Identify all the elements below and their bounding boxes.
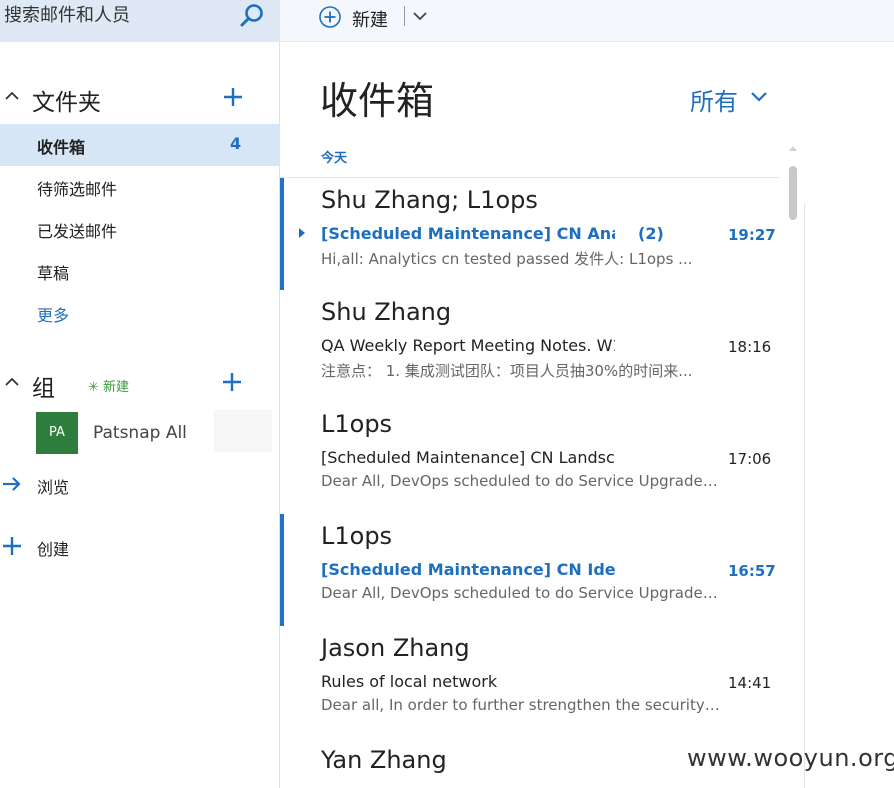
group-new-label: 新建 [103,380,130,395]
search-input[interactable] [4,4,234,26]
group-item[interactable]: PA Patsnap All [0,410,272,456]
message-time: 14:41 [728,674,772,692]
plus-icon [3,537,21,555]
new-message-label: 新建 [352,10,388,31]
create-group-link[interactable]: 创建 [0,532,200,562]
filter-label: 所有 [690,88,738,116]
watermark: www.wooyun.org [687,744,894,772]
folder-sent[interactable]: 已发送邮件 [0,208,279,250]
page-title: 收件箱 [320,79,435,123]
folder-label: 已发送邮件 [37,222,118,241]
sparkle-icon: ✳ [88,380,99,395]
message-subject: QA Weekly Report Meeting Notes. W14 [321,336,615,355]
unread-indicator [280,514,284,626]
folder-label: 收件箱 [37,138,86,157]
expand-thread-icon[interactable] [298,227,306,239]
folder-label: 待筛选邮件 [37,180,118,199]
add-folder-icon[interactable] [222,86,244,108]
message-subject: Rules of local network [321,672,498,691]
chevron-down-icon [751,92,767,102]
message-preview: 注意点： 1. 集成测试团队：项目人员抽30%的时间来... [321,362,693,380]
message-preview: Dear All, DevOps scheduled to do Service… [321,584,721,602]
folder-inbox[interactable]: 收件箱 4 [0,124,279,166]
divider [804,203,805,788]
message-preview: Hi,all: Analytics cn tested passed 发件人: … [321,250,693,268]
search-bar [0,0,280,42]
date-group-header: 今天 [321,151,348,166]
message-item[interactable]: L1ops [Scheduled Maintenance] CN Landsca… [280,402,780,514]
collapse-folders-chevron-icon[interactable] [4,88,20,104]
message-time: 19:27 [728,226,776,244]
create-label: 创建 [37,540,70,559]
message-sender: Yan Zhang [321,746,447,774]
more-label: 更多 [37,306,70,325]
message-item[interactable]: Shu Zhang QA Weekly Report Meeting Notes… [280,290,780,402]
browse-groups-link[interactable]: 浏览 [0,470,200,500]
folders-more-link[interactable]: 更多 [0,292,279,334]
avatar: PA [36,412,78,454]
message-item[interactable]: Jason Zhang Rules of local network 14:41… [280,626,780,738]
divider [404,6,405,26]
thread-count: (2) [638,224,664,243]
group-row-hover [214,410,272,452]
add-circle-icon [319,6,341,28]
message-time: 18:16 [728,338,772,356]
filter-dropdown[interactable]: 所有 [690,82,767,116]
message-sender: Shu Zhang; L1ops [321,186,538,214]
message-time: 17:06 [728,450,772,468]
folder-clutter[interactable]: 待筛选邮件 [0,166,279,208]
scrollbar-thumb[interactable] [789,166,797,220]
message-subject: [Scheduled Maintenance] CN Analytics [321,224,615,243]
message-subject: [Scheduled Maintenance] CN Identity Serv… [321,560,615,579]
message-time: 16:57 [728,562,776,580]
message-list-scrollbar[interactable] [786,146,800,788]
message-sender: Shu Zhang [321,298,452,326]
group-name: Patsnap All [93,423,187,443]
groups-header: 组 [0,366,280,402]
arrow-right-icon [3,477,21,491]
unread-count-badge: 4 [230,134,242,153]
unread-indicator [280,178,284,290]
groups-title: 组 [32,376,55,402]
message-item[interactable]: L1ops [Scheduled Maintenance] CN Identit… [280,514,780,626]
group-new-link[interactable]: ✳ 新建 [88,376,129,395]
folder-label: 草稿 [37,264,70,283]
message-item[interactable]: Shu Zhang; L1ops [Scheduled Maintenance]… [280,178,780,290]
message-sender: Jason Zhang [321,634,470,662]
message-preview: Dear All, DevOps scheduled to do Service… [321,472,721,490]
message-preview: Dear all, In order to further strengthen… [321,696,721,714]
folders-title: 文件夹 [32,90,101,116]
message-subject: [Scheduled Maintenance] CN Landscape Ser… [321,448,615,467]
message-sender: L1ops [321,410,393,438]
collapse-groups-chevron-icon[interactable] [4,374,20,390]
search-icon[interactable] [238,2,266,30]
browse-label: 浏览 [37,478,70,497]
folder-drafts[interactable]: 草稿 [0,250,279,292]
chevron-down-icon[interactable] [412,8,428,24]
scroll-up-arrow-icon[interactable] [789,146,797,151]
message-sender: L1ops [321,522,393,550]
command-bar: 新建 [280,0,894,42]
mail-app: 文件夹 收件箱 4 待筛选邮件 已发送邮件 草稿 更多 组 [0,0,894,788]
add-group-icon[interactable] [221,371,243,393]
folders-header: 文件夹 [0,80,280,116]
left-navigation-pane: 文件夹 收件箱 4 待筛选邮件 已发送邮件 草稿 更多 组 [0,0,280,788]
